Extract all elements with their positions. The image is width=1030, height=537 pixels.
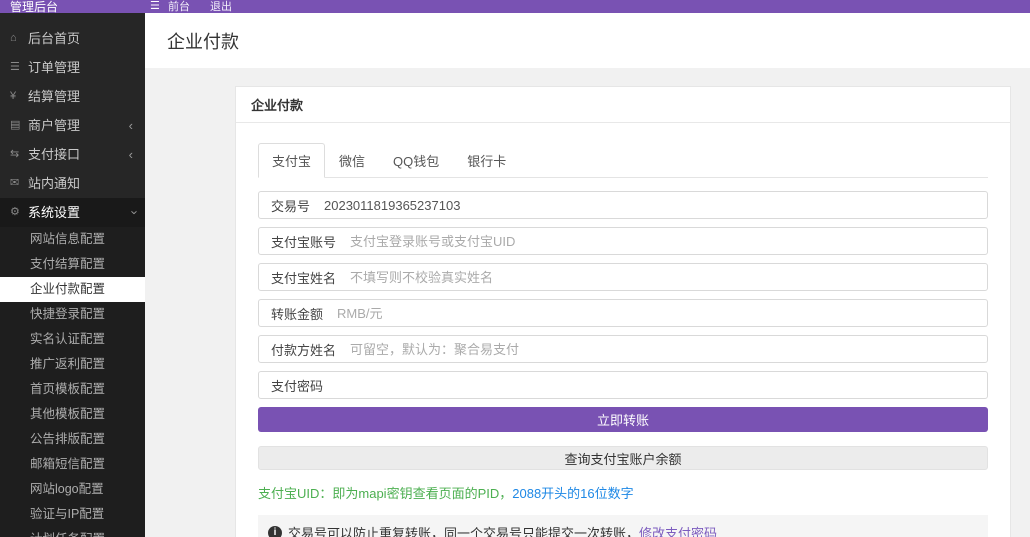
sidebar-item-home[interactable]: ⌂ 后台首页 xyxy=(0,24,145,53)
sidebar-item-label: 站内通知 xyxy=(28,176,81,191)
chevron-left-icon: ‹ xyxy=(128,147,133,162)
field-row-alipay-account: 支付宝账号 xyxy=(258,227,988,255)
uid-hint-green: 支付宝UID：即为mapi密钥查看页面的PID， xyxy=(258,486,513,501)
amount-input[interactable] xyxy=(335,301,987,325)
sidebar-item-payment-api[interactable]: ⇆ 支付接口 ‹ xyxy=(0,140,145,169)
alipay-account-label: 支付宝账号 xyxy=(271,234,337,250)
admin-screen: 管理后台 ☰ 前台 退出 ⌂ 后台首页 ☰ 订单管理 ¥ 结算管理 ▤ 商户管理… xyxy=(0,0,1030,537)
list-icon: ☰ xyxy=(10,61,20,73)
sidebar-subitem-verify-ip[interactable]: 验证与IP配置 xyxy=(0,502,145,527)
sidebar-item-orders[interactable]: ☰ 订单管理 xyxy=(0,53,145,82)
notice-text: 交易号可以防止重复转账，同一个交易号只能提交一次转账， xyxy=(288,526,640,537)
alipay-account-input[interactable] xyxy=(348,229,987,253)
alipay-name-label: 支付宝姓名 xyxy=(271,270,337,286)
transfer-form: 交易号 支付宝账号 支付宝姓名 转账金额 xyxy=(258,191,988,537)
sidebar-subitem-announcement-layout[interactable]: 公告排版配置 xyxy=(0,427,145,452)
enterprise-payment-card: 企业付款 支付宝 微信 QQ钱包 银行卡 交易号 支 xyxy=(235,86,1011,537)
chevron-down-icon: ‹ xyxy=(125,210,141,215)
tab-alipay[interactable]: 支付宝 xyxy=(258,143,326,178)
topbar-link-frontend[interactable]: 前台 xyxy=(168,0,190,13)
gear-icon: ⚙ xyxy=(10,206,20,218)
chevron-left-icon: ‹ xyxy=(128,118,133,133)
info-icon: i xyxy=(268,525,282,537)
sidebar-subitem-realname-auth[interactable]: 实名认证配置 xyxy=(0,327,145,352)
sidebar-item-label: 商户管理 xyxy=(28,118,81,133)
content-area: 企业付款 支付宝 微信 QQ钱包 银行卡 交易号 支 xyxy=(145,68,1030,537)
tab-wechat[interactable]: 微信 xyxy=(325,143,379,178)
uid-hint: 支付宝UID：即为mapi密钥查看页面的PID，2088开头的16位数字 xyxy=(258,486,988,502)
sidebar-item-notice[interactable]: ✉ 站内通知 xyxy=(0,169,145,198)
sidebar-item-settlement[interactable]: ¥ 结算管理 xyxy=(0,82,145,111)
sidebar-item-label: 订单管理 xyxy=(28,60,81,75)
trade-no-notice: i 交易号可以防止重复转账，同一个交易号只能提交一次转账， 修改支付密码 xyxy=(258,515,988,537)
pay-password-input[interactable] xyxy=(335,373,987,397)
sidebar-subitem-quick-login[interactable]: 快捷登录配置 xyxy=(0,302,145,327)
field-row-payer-name: 付款方姓名 xyxy=(258,335,988,363)
payer-name-label: 付款方姓名 xyxy=(271,342,337,358)
field-row-pay-password: 支付密码 xyxy=(258,371,988,399)
sidebar-item-label: 系统设置 xyxy=(28,205,81,220)
page-header: 企业付款 xyxy=(145,13,1030,68)
topbar: 管理后台 ☰ 前台 退出 xyxy=(0,0,1030,13)
amount-label: 转账金额 xyxy=(271,306,324,322)
sidebar-item-merchants[interactable]: ▤ 商户管理 ‹ xyxy=(0,111,145,140)
sidebar-item-label: 结算管理 xyxy=(28,89,81,104)
tab-qq-wallet[interactable]: QQ钱包 xyxy=(379,143,453,178)
brand-title: 管理后台 xyxy=(10,0,59,13)
pay-password-label: 支付密码 xyxy=(271,378,324,394)
main-area: 企业付款 企业付款 支付宝 微信 QQ钱包 银行卡 交易号 2023011819… xyxy=(145,13,1030,537)
sidebar-subitem-enterprise-payment[interactable]: 企业付款配置 xyxy=(0,277,145,302)
field-row-trade-no: 交易号 xyxy=(258,191,988,219)
sidebar-submenu-settings: 网站信息配置 支付结算配置 企业付款配置 快捷登录配置 实名认证配置 推广返利配… xyxy=(0,227,145,537)
change-pay-password-link[interactable]: 修改支付密码 xyxy=(639,523,717,537)
transfer-now-button[interactable]: 立即转账 xyxy=(258,407,988,432)
trade-no-label: 交易号 xyxy=(271,198,311,214)
field-row-amount: 转账金额 xyxy=(258,299,988,327)
sidebar-subitem-site-logo[interactable]: 网站logo配置 xyxy=(0,477,145,502)
yuan-icon: ¥ xyxy=(10,90,17,102)
sidebar-item-label: 支付接口 xyxy=(28,147,81,162)
sidebar-item-label: 后台首页 xyxy=(28,31,81,46)
sidebar-subitem-email-sms[interactable]: 邮箱短信配置 xyxy=(0,452,145,477)
sidebar-subitem-pay-settlement[interactable]: 支付结算配置 xyxy=(0,252,145,277)
sidebar-subitem-other-template[interactable]: 其他模板配置 xyxy=(0,402,145,427)
uid-hint-blue[interactable]: 2088开头的16位数字 xyxy=(512,486,633,501)
payer-name-input[interactable] xyxy=(348,337,987,361)
payment-method-tabs: 支付宝 微信 QQ钱包 银行卡 xyxy=(258,143,988,178)
sidebar: ⌂ 后台首页 ☰ 订单管理 ¥ 结算管理 ▤ 商户管理 ‹ ⇆ 支付接口 ‹ ✉… xyxy=(0,13,145,537)
query-balance-button[interactable]: 查询支付宝账户余额 xyxy=(258,446,988,470)
sidebar-item-settings[interactable]: ⚙ 系统设置 ‹ xyxy=(0,198,145,227)
card-title: 企业付款 xyxy=(236,87,1010,123)
field-row-alipay-name: 支付宝姓名 xyxy=(258,263,988,291)
trade-no-input[interactable] xyxy=(322,193,987,217)
alipay-name-input[interactable] xyxy=(348,265,987,289)
topbar-link-logout[interactable]: 退出 xyxy=(210,0,232,13)
mail-icon: ✉ xyxy=(10,177,20,189)
sidebar-subitem-site-info[interactable]: 网站信息配置 xyxy=(0,227,145,252)
sidebar-subitem-home-template[interactable]: 首页模板配置 xyxy=(0,377,145,402)
merchant-icon: ▤ xyxy=(10,119,21,131)
home-icon: ⌂ xyxy=(10,32,17,44)
sidebar-subitem-promo-rebate[interactable]: 推广返利配置 xyxy=(0,352,145,377)
sidebar-subitem-scheduled-task[interactable]: 计划任务配置 xyxy=(0,527,145,537)
exchange-icon: ⇆ xyxy=(10,148,20,160)
tab-bank-card[interactable]: 银行卡 xyxy=(453,143,520,178)
sidebar-toggle-icon[interactable]: ☰ xyxy=(150,0,160,13)
page-title: 企业付款 xyxy=(167,31,239,52)
